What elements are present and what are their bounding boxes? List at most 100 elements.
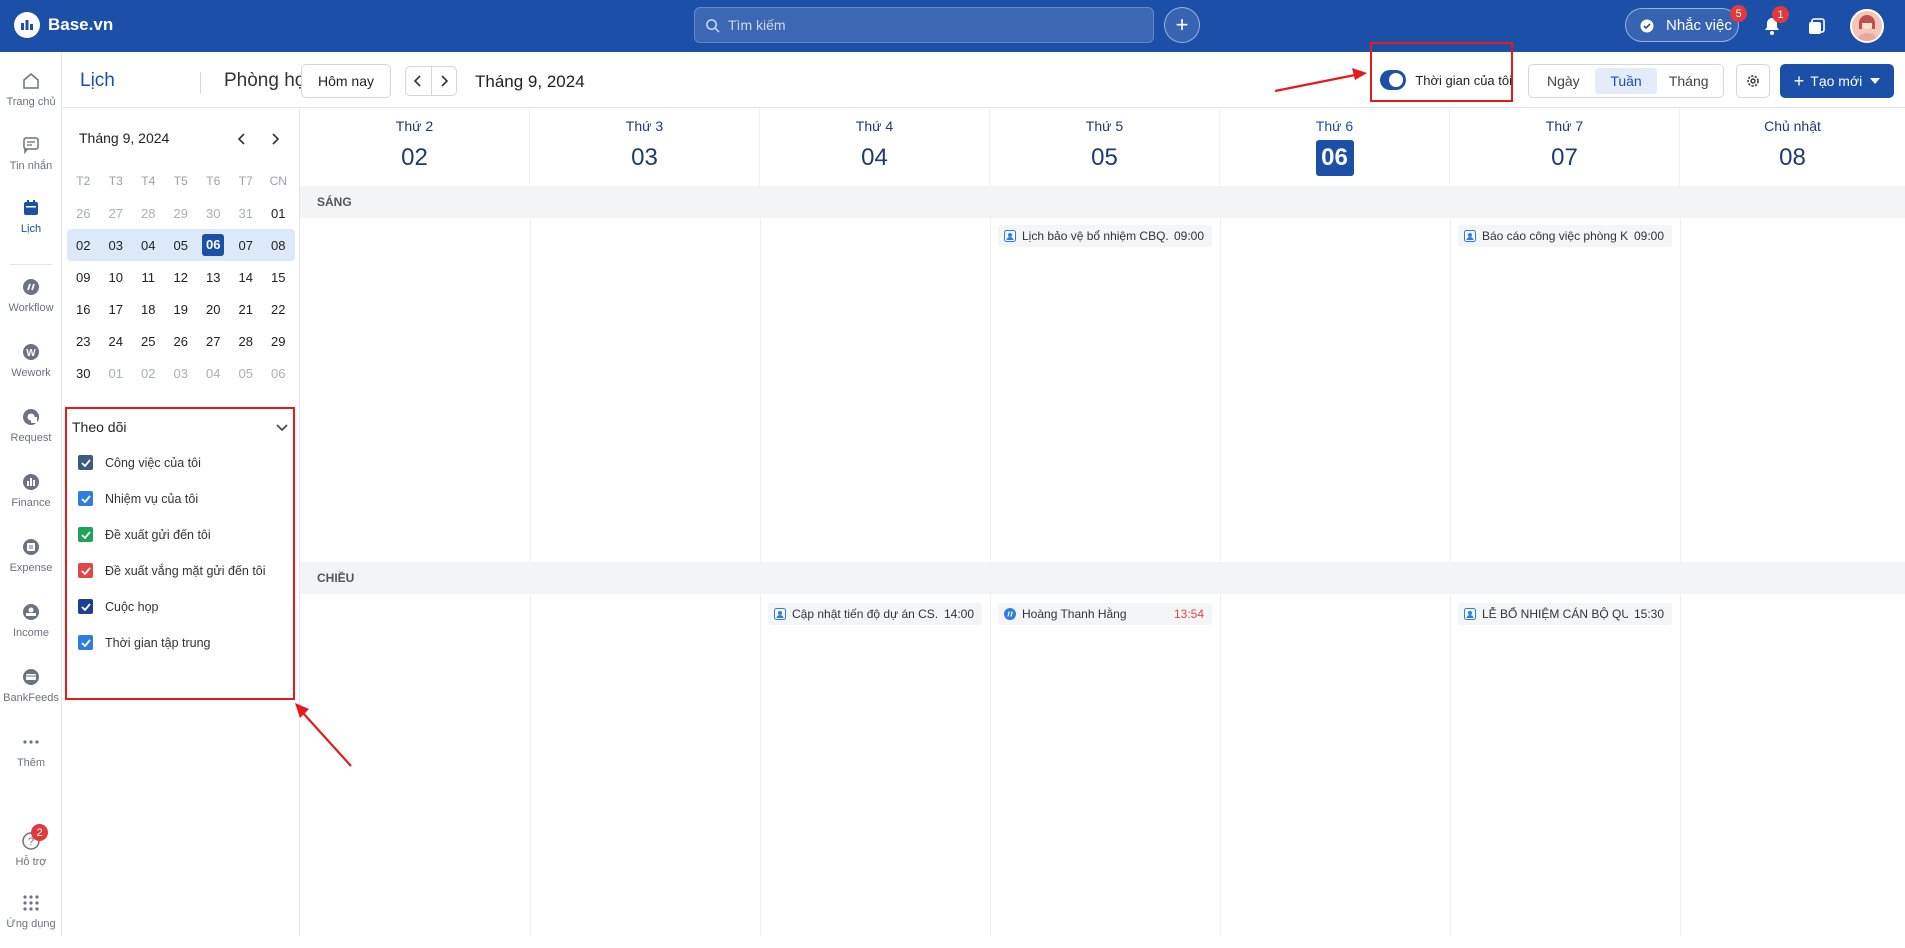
nav-bankfeeds[interactable]: BankFeeds [0,666,62,722]
day-header[interactable]: Thứ 3 03 [530,108,760,186]
notification-button[interactable]: 1 [1758,6,1789,40]
today-button[interactable]: Hôm nay [301,64,391,98]
remind-button[interactable]: Nhắc việc 5 [1625,5,1747,42]
day-header[interactable]: Thứ 7 07 [1450,108,1680,186]
mini-day[interactable]: 16 [67,302,100,317]
mini-day[interactable]: 30 [197,206,230,221]
mini-day[interactable]: 23 [67,334,100,349]
create-new-button[interactable]: + Tạo mới [1780,64,1894,98]
mini-day[interactable]: 17 [100,302,133,317]
day-header[interactable]: Thứ 4 04 [760,108,990,186]
search-input[interactable] [728,17,1128,33]
next-week-button[interactable] [432,67,457,95]
remind-label: Nhắc việc [1666,16,1732,34]
mini-day[interactable]: 27 [197,334,230,349]
home-icon [20,70,42,92]
mini-day[interactable]: 15 [262,270,295,285]
mini-day[interactable]: 07 [230,238,263,253]
day-date: 06 [1315,140,1354,176]
mini-day[interactable]: 04 [132,238,165,253]
mini-day[interactable]: 03 [165,366,198,381]
nav-more[interactable]: Thêm [0,731,62,787]
nav-workflow[interactable]: Workflow [0,276,62,332]
dow-label: T5 [173,174,188,188]
nav-wework[interactable]: W Wework [0,341,62,397]
mini-day[interactable]: 10 [100,270,133,285]
mini-day[interactable]: 12 [165,270,198,285]
view-week[interactable]: Tuần [1594,68,1658,94]
mini-day[interactable]: 08 [262,238,295,253]
nav-help[interactable]: ? Hỗ trợ 2 [0,824,62,886]
mini-day[interactable]: 19 [165,302,198,317]
inbox-button[interactable] [1803,12,1831,40]
calendar-event[interactable]: Cập nhật tiến độ dự án CS... 14:00 [768,603,982,625]
column-divider [760,594,761,936]
mini-day[interactable]: 05 [230,366,263,381]
user-avatar[interactable] [1850,9,1884,43]
nav-expense[interactable]: Expense [0,536,62,592]
prev-week-button[interactable] [406,67,432,95]
mini-day[interactable]: 25 [132,334,165,349]
mini-week-row: 16 17 18 19 20 21 22 [67,293,295,325]
mini-next-month-button[interactable] [266,130,284,148]
day-date: 05 [1091,144,1118,171]
mini-day[interactable]: 22 [262,302,295,317]
calendar-event[interactable]: Báo cáo công việc phòng K... 09:00 [1458,225,1672,247]
nav-label: Hỗ trợ [15,856,47,868]
view-month[interactable]: Tháng [1657,68,1720,94]
mini-day[interactable]: 06 [262,366,295,381]
mini-day[interactable]: 30 [67,366,100,381]
mini-day[interactable]: 29 [165,206,198,221]
dow-label: T7 [238,174,253,188]
mini-day[interactable]: 13 [197,270,230,285]
mini-day[interactable]: 27 [100,206,133,221]
mini-day[interactable]: 14 [230,270,263,285]
mini-day-today[interactable]: 06 [197,234,230,256]
chevron-left-icon [414,75,421,87]
nav-home[interactable]: Trang chủ [0,70,62,126]
mini-day[interactable]: 04 [197,366,230,381]
mini-day[interactable]: 02 [67,238,100,253]
mini-day[interactable]: 11 [132,270,165,285]
mini-day[interactable]: 29 [262,334,295,349]
nav-finance[interactable]: Finance [0,471,62,527]
day-header[interactable]: Thứ 2 02 [300,108,530,186]
calendar-event[interactable]: Hoàng Thanh Hằng 13:54 [998,603,1212,625]
mini-day[interactable]: 18 [132,302,165,317]
mini-day[interactable]: 09 [67,270,100,285]
nav-calendar[interactable]: Lịch [0,197,62,253]
brand[interactable]: Base.vn [14,12,113,38]
settings-button[interactable] [1736,64,1770,98]
quick-add-button[interactable]: + [1164,7,1200,43]
mini-day[interactable]: 20 [197,302,230,317]
mini-day[interactable]: 28 [230,334,263,349]
mini-day[interactable]: 05 [165,238,198,253]
mini-day[interactable]: 02 [132,366,165,381]
mini-prev-month-button[interactable] [233,130,251,148]
day-header-today[interactable]: Thứ 6 06 [1220,108,1450,186]
nav-income[interactable]: Income [0,601,62,657]
mini-day[interactable]: 01 [100,366,133,381]
day-header[interactable]: Thứ 5 05 [990,108,1220,186]
nav-messages[interactable]: Tin nhắn [0,134,62,190]
mini-day[interactable]: 21 [230,302,263,317]
nav-request[interactable]: Request [0,406,62,462]
calendar-event[interactable]: Lịch bảo vệ bổ nhiệm CBQ... 09:00 [998,225,1212,247]
mini-day[interactable]: 31 [230,206,263,221]
mini-day[interactable]: 24 [100,334,133,349]
day-date: 03 [631,144,658,171]
nav-label: Ứng dụng [6,918,56,930]
view-day[interactable]: Ngày [1532,68,1595,94]
mini-day[interactable]: 28 [132,206,165,221]
mini-day[interactable]: 03 [100,238,133,253]
day-header[interactable]: Chủ nhật 08 [1680,108,1905,186]
nav-apps[interactable]: Ứng dụng [0,892,62,948]
tab-calendar[interactable]: Lịch [80,70,115,92]
calendar-event[interactable]: LỄ BỔ NHIỆM CÁN BỘ QU... 15:30 [1458,603,1672,625]
apps-grid-icon [20,892,42,914]
meeting-icon [1464,230,1476,242]
mini-day[interactable]: 26 [67,206,100,221]
mini-day[interactable]: 01 [262,206,295,221]
mini-day[interactable]: 26 [165,334,198,349]
search-box[interactable] [694,7,1154,43]
